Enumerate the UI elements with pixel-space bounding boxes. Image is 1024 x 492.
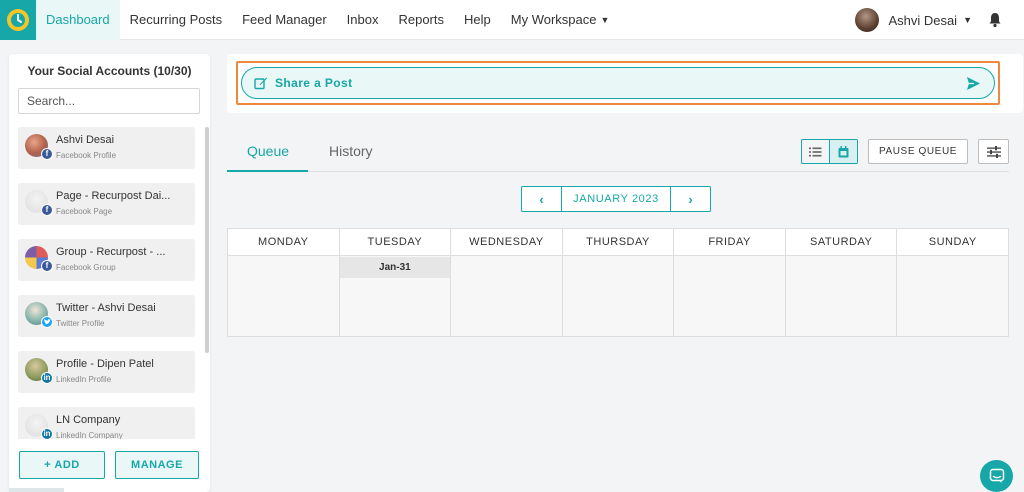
facebook-icon: f xyxy=(41,148,53,160)
manage-accounts-button[interactable]: MANAGE xyxy=(115,451,199,479)
bottom-strip xyxy=(9,488,64,492)
account-type: Facebook Group xyxy=(56,263,116,272)
top-navbar: Dashboard Recurring Posts Feed Manager I… xyxy=(0,0,1024,40)
nav-dashboard-label: Dashboard xyxy=(46,12,110,27)
app-logo[interactable] xyxy=(0,0,36,40)
calendar-header-row: MONDAY TUESDAY WEDNESDAY THURSDAY FRIDAY… xyxy=(228,229,1008,256)
date-chip: Jan-31 xyxy=(339,257,451,278)
account-item-group-recurpost[interactable]: f Group - Recurpost - ... Facebook Group xyxy=(18,239,195,281)
nav-feed-manager[interactable]: Feed Manager xyxy=(232,0,337,40)
account-item-twitter-ashvi[interactable]: Twitter - Ashvi Desai Twitter Profile xyxy=(18,295,195,337)
chevron-right-icon: › xyxy=(688,191,693,207)
nav-inbox-label: Inbox xyxy=(346,12,379,27)
calendar-cell-thursday[interactable] xyxy=(562,256,675,336)
account-name: Twitter - Ashvi Desai xyxy=(56,302,156,314)
view-mode-toggle xyxy=(801,139,858,164)
tab-active-indicator xyxy=(227,170,308,172)
tab-history[interactable]: History xyxy=(329,143,373,159)
pause-queue-button[interactable]: PAUSE QUEUE xyxy=(868,139,968,164)
chat-icon xyxy=(989,468,1004,483)
account-name: LN Company xyxy=(56,414,121,426)
calendar-view-button[interactable] xyxy=(829,140,857,163)
day-header-wednesday: WEDNESDAY xyxy=(451,229,563,255)
tab-divider xyxy=(227,171,1009,172)
month-navigator: ‹ JANUARY 2023 › xyxy=(521,186,711,212)
nav-recurring-posts[interactable]: Recurring Posts xyxy=(120,0,232,40)
linkedin-icon: in xyxy=(41,372,53,384)
day-header-sunday: SUNDAY xyxy=(928,236,977,248)
add-account-button[interactable]: + ADD xyxy=(19,451,105,479)
account-name: Group - Recurpost - ... xyxy=(56,246,166,258)
user-avatar xyxy=(855,8,880,32)
account-name: Page - Recurpost Dai... xyxy=(56,190,171,202)
nav-my-workspace-label: My Workspace xyxy=(510,12,597,27)
facebook-icon: f xyxy=(41,204,53,216)
calendar-cell-sunday[interactable] xyxy=(897,256,1009,336)
calendar-cell-saturday[interactable] xyxy=(785,256,898,336)
day-header-tuesday: TUESDAY xyxy=(340,229,452,255)
nav-recurring-posts-label: Recurring Posts xyxy=(129,12,223,27)
day-header-saturday: SATURDAY xyxy=(786,229,898,255)
account-item-ln-company[interactable]: in LN Company LinkedIn Company xyxy=(18,407,195,439)
user-menu[interactable]: Ashvi Desai ▼ xyxy=(855,0,1002,40)
account-type: Twitter Profile xyxy=(56,319,105,328)
bell-icon[interactable] xyxy=(988,12,1002,28)
social-accounts-title: Your Social Accounts (10/30) xyxy=(27,64,192,78)
sliders-icon xyxy=(986,145,1001,158)
facebook-icon: f xyxy=(41,260,53,272)
nav-inbox[interactable]: Inbox xyxy=(337,0,389,40)
account-name: Ashvi Desai xyxy=(56,134,115,146)
nav-reports[interactable]: Reports xyxy=(388,0,454,40)
nav-my-workspace[interactable]: My Workspace ▼ xyxy=(501,0,620,40)
social-accounts-panel: Your Social Accounts (10/30) f Ashvi Des… xyxy=(9,54,210,492)
calendar-cell-wednesday[interactable] xyxy=(451,256,563,336)
account-search-input[interactable] xyxy=(18,88,200,114)
account-item-page-recurpost[interactable]: f Page - Recurpost Dai... Facebook Page xyxy=(18,183,195,225)
day-header-monday: MONDAY xyxy=(228,229,340,255)
next-month-button[interactable]: › xyxy=(671,187,710,211)
linkedin-icon: in xyxy=(41,428,53,439)
nav-help-label: Help xyxy=(464,12,491,27)
account-type: LinkedIn Profile xyxy=(56,375,112,384)
nav-dashboard[interactable]: Dashboard xyxy=(36,0,120,40)
caret-down-icon: ▼ xyxy=(600,14,610,25)
account-type: LinkedIn Company xyxy=(56,431,123,439)
list-icon xyxy=(809,147,822,156)
calendar-cell-monday[interactable] xyxy=(228,256,340,336)
account-list: f Ashvi Desai Facebook Profile f Page - … xyxy=(18,127,205,439)
account-item-ashvi-desai[interactable]: f Ashvi Desai Facebook Profile xyxy=(18,127,195,169)
share-post-highlight xyxy=(236,61,1000,105)
user-name: Ashvi Desai xyxy=(888,12,958,28)
clock-logo-icon xyxy=(7,8,29,31)
list-view-button[interactable] xyxy=(802,140,829,163)
calendar-cell-tuesday[interactable]: Jan-31 xyxy=(339,256,452,336)
current-month-label[interactable]: JANUARY 2023 xyxy=(561,187,671,211)
chevron-left-icon: ‹ xyxy=(539,191,544,207)
week-calendar: MONDAY TUESDAY WEDNESDAY THURSDAY FRIDAY… xyxy=(227,228,1009,337)
account-list-scrollbar[interactable] xyxy=(205,127,209,353)
account-name: Profile - Dipen Patel xyxy=(56,358,154,370)
account-item-dipen-patel[interactable]: in Profile - Dipen Patel LinkedIn Profil… xyxy=(18,351,195,393)
calendar-icon xyxy=(838,145,849,157)
tab-queue[interactable]: Queue xyxy=(247,143,289,159)
day-header-friday: FRIDAY xyxy=(674,229,786,255)
calendar-cell-friday[interactable] xyxy=(674,256,786,336)
nav-feed-manager-label: Feed Manager xyxy=(242,12,327,27)
filter-settings-button[interactable] xyxy=(978,139,1009,164)
chat-support-button[interactable] xyxy=(980,460,1013,492)
calendar-week-row: Jan-31 xyxy=(228,256,1009,336)
nav-reports-label: Reports xyxy=(398,12,444,27)
account-type: Facebook Profile xyxy=(56,151,117,160)
caret-down-icon: ▼ xyxy=(963,15,972,25)
account-type: Facebook Page xyxy=(56,207,113,216)
nav-help[interactable]: Help xyxy=(454,0,501,40)
prev-month-button[interactable]: ‹ xyxy=(522,187,561,211)
day-header-thursday: THURSDAY xyxy=(563,229,675,255)
twitter-icon xyxy=(41,316,53,328)
